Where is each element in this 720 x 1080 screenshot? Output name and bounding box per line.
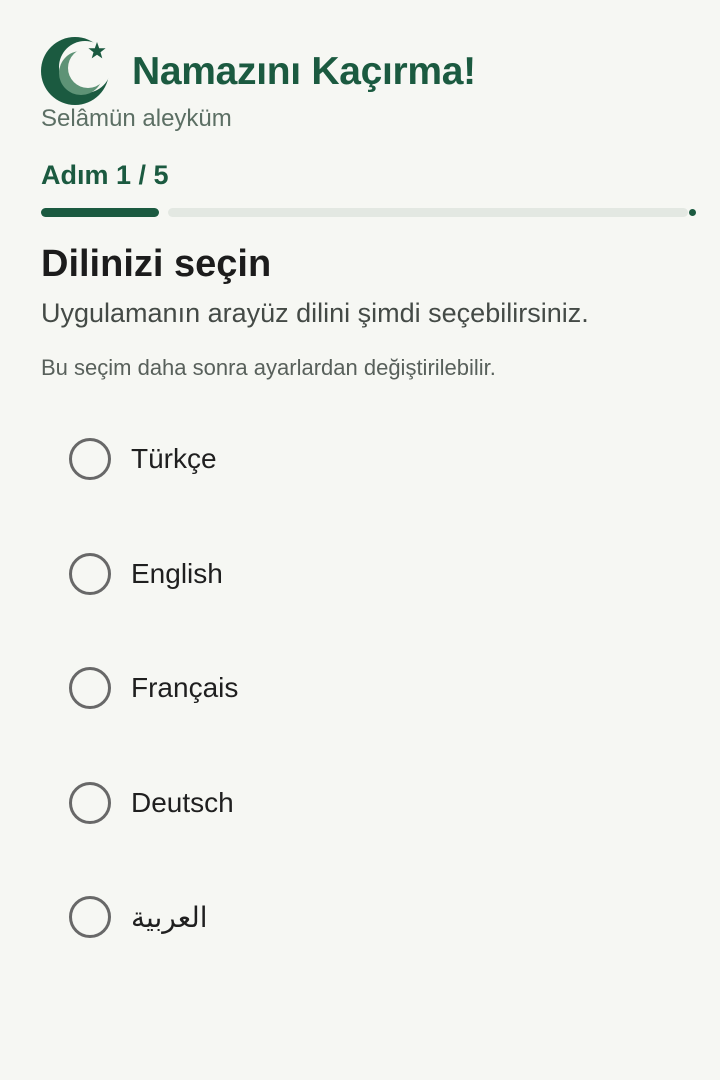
radio-button[interactable] — [69, 552, 111, 595]
language-label: Türkçe — [131, 443, 217, 475]
radio-button[interactable] — [69, 896, 111, 939]
language-option-turkish[interactable]: Türkçe — [0, 402, 720, 517]
radio-button[interactable] — [69, 438, 111, 481]
app-title: Namazını Kaçırma! — [132, 50, 476, 93]
language-label: Français — [131, 672, 239, 704]
language-option-english[interactable]: English — [0, 517, 720, 632]
language-label: العربية — [131, 901, 208, 933]
radio-button[interactable] — [69, 667, 111, 710]
step-label: Adım 1 / 5 — [41, 160, 169, 190]
progress-bar — [41, 208, 696, 217]
progress-fill — [41, 208, 159, 217]
crescent-star-icon — [41, 37, 109, 105]
language-options: Türkçe English Français Deutsch العربية — [0, 402, 720, 975]
progress-track — [168, 208, 688, 217]
page-title: Dilinizi seçin — [41, 243, 272, 285]
progress-end-dot — [689, 209, 696, 216]
language-option-arabic[interactable]: العربية — [0, 860, 720, 975]
language-option-french[interactable]: Français — [0, 631, 720, 746]
language-label: English — [131, 557, 223, 589]
greeting-text: Selâmün aleyküm — [41, 105, 232, 132]
page-note: Bu seçim daha sonra ayarlardan değiştiri… — [41, 355, 496, 380]
language-option-german[interactable]: Deutsch — [0, 746, 720, 861]
radio-button[interactable] — [69, 781, 111, 824]
page-description: Uygulamanın arayüz dilini şimdi seçebili… — [41, 298, 589, 328]
language-label: Deutsch — [131, 786, 234, 818]
